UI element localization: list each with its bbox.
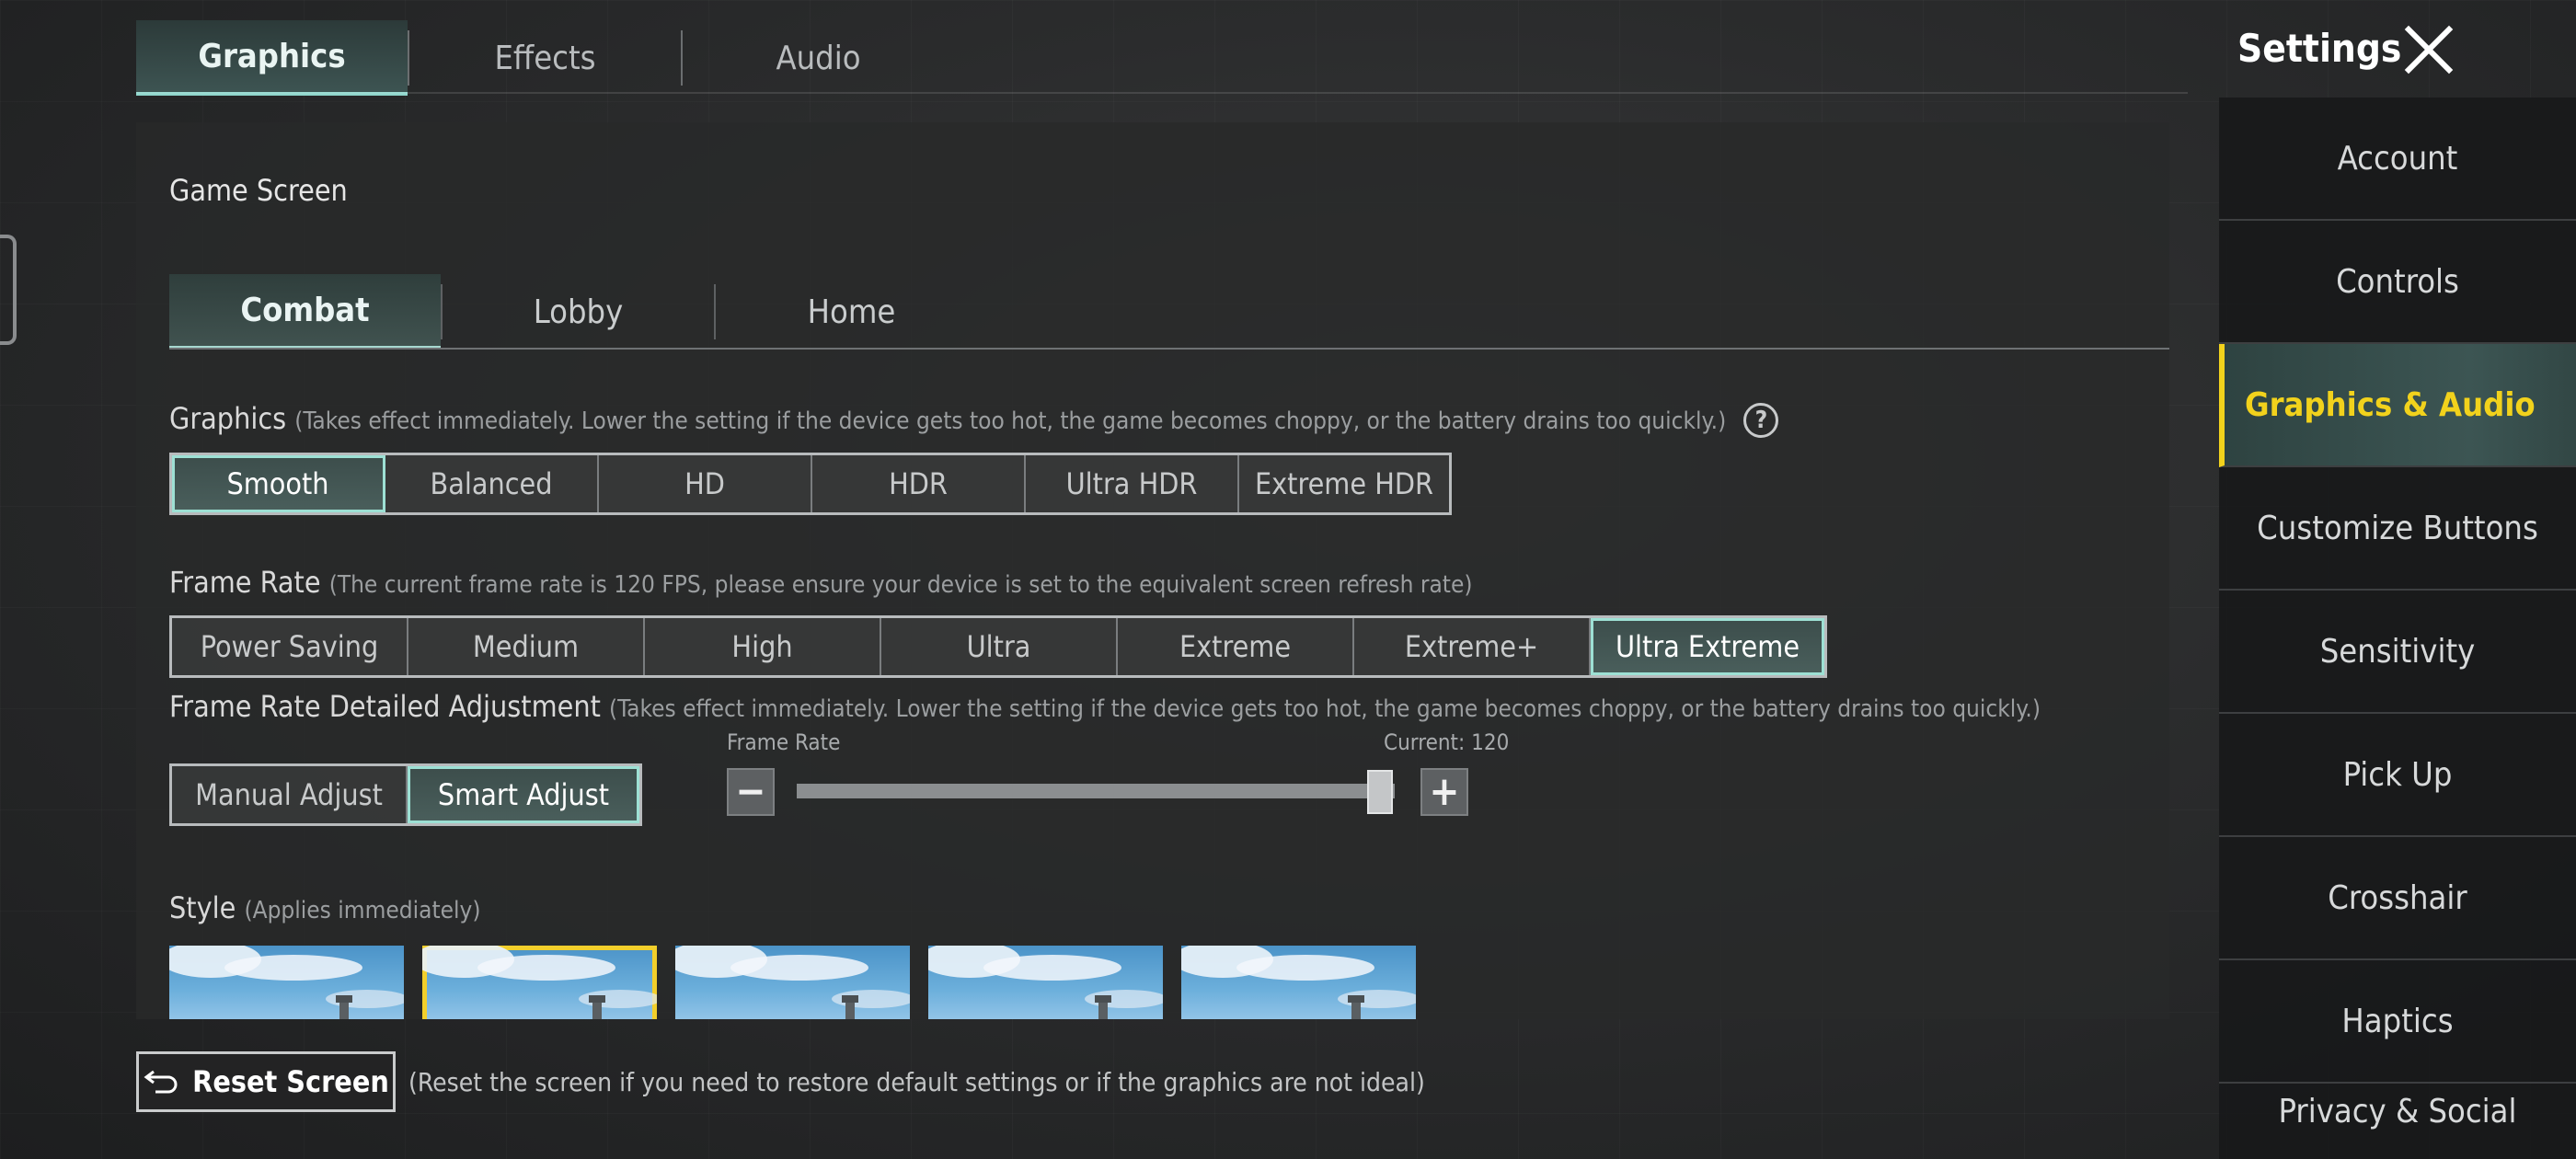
graphics-label: Graphics (169, 401, 287, 436)
tab-effects[interactable]: Effects (409, 20, 681, 96)
tab-lobby[interactable]: Lobby (443, 274, 714, 350)
graphics-option-extreme-hdr[interactable]: Extreme HDR (1239, 455, 1449, 512)
tab-home[interactable]: Home (716, 274, 987, 350)
cloud (983, 955, 1121, 981)
cloud (224, 955, 362, 981)
style-thumbnail[interactable] (169, 946, 404, 1019)
sidebar-item-graphics-audio[interactable]: Graphics & Audio (2219, 344, 2576, 467)
sidebar-item-account[interactable]: Account (2219, 98, 2576, 221)
sidebar-item-sensitivity[interactable]: Sensitivity (2219, 591, 2576, 714)
sidebar-item-controls[interactable]: Controls (2219, 221, 2576, 344)
tab-audio[interactable]: Audio (683, 20, 954, 96)
help-icon[interactable]: ? (1743, 403, 1779, 438)
tab-effects-label: Effects (494, 39, 596, 77)
sidebar-item-privacy-social[interactable]: Privacy & Social (2219, 1084, 2576, 1159)
tower (1095, 995, 1111, 1019)
top-divider (136, 92, 2188, 94)
cloud (1236, 955, 1374, 981)
style-thumbnail[interactable] (422, 946, 657, 1019)
tab-home-label: Home (807, 293, 896, 331)
graphics-option-smooth[interactable]: Smooth (172, 455, 385, 512)
reset-hint: (Reset the screen if you need to restore… (408, 1067, 1425, 1097)
frame-rate-option-extreme-plus[interactable]: Extreme+ (1354, 618, 1591, 675)
tab-combat-label: Combat (240, 291, 370, 329)
edge-bracket (0, 235, 17, 345)
decrease-button[interactable]: − (727, 768, 775, 816)
tab-graphics-label: Graphics (198, 37, 346, 75)
frame-rate-slider[interactable] (797, 784, 1395, 798)
smart-adjust-button[interactable]: Smart Adjust (408, 766, 639, 823)
tab-lobby-label: Lobby (533, 293, 624, 331)
graphics-label-row: Graphics (Takes effect immediately. Lowe… (169, 401, 1779, 438)
frame-rate-option-medium[interactable]: Medium (408, 618, 645, 675)
graphics-option-hd[interactable]: HD (599, 455, 812, 512)
graphics-hint: (Takes effect immediately. Lower the set… (294, 407, 1727, 435)
frame-rate-adjust-label: Frame Rate Detailed Adjustment (169, 689, 601, 724)
cloud (730, 955, 868, 981)
graphics-option-balanced[interactable]: Balanced (385, 455, 599, 512)
page-title: Settings (2237, 26, 2402, 71)
frame-rate-option-extreme[interactable]: Extreme (1118, 618, 1354, 675)
manual-adjust-button[interactable]: Manual Adjust (172, 766, 408, 823)
increase-button[interactable]: + (1420, 768, 1468, 816)
graphics-option-ultra-hdr[interactable]: Ultra HDR (1026, 455, 1239, 512)
adjust-mode-selector: Manual Adjust Smart Adjust (169, 763, 642, 826)
slider-current-value: Current: 120 (1384, 729, 1510, 755)
reset-screen-button[interactable]: Reset Screen (136, 1051, 396, 1112)
style-thumbnail[interactable] (675, 946, 910, 1019)
frame-rate-adjust-label-row: Frame Rate Detailed Adjustment (Takes ef… (169, 689, 2041, 724)
tower (1348, 995, 1364, 1019)
settings-panel: Game Screen Combat Lobby Home Graphics (… (136, 122, 2169, 1019)
sidebar-item-pick-up[interactable]: Pick Up (2219, 714, 2576, 837)
frame-rate-selector: Power Saving Medium High Ultra Extreme E… (169, 615, 1827, 678)
close-icon[interactable] (2403, 24, 2455, 75)
tab-graphics[interactable]: Graphics (136, 20, 408, 96)
section-title: Game Screen (169, 173, 348, 208)
undo-icon (144, 1070, 178, 1094)
screen-tabs: Combat Lobby Home (169, 274, 987, 350)
tab-audio-label: Audio (776, 39, 861, 77)
sidebar-item-crosshair[interactable]: Crosshair (2219, 837, 2576, 960)
frame-rate-option-power-saving[interactable]: Power Saving (172, 618, 408, 675)
graphics-quality-selector: Smooth Balanced HD HDR Ultra HDR Extreme… (169, 453, 1452, 515)
slider-handle[interactable] (1367, 770, 1393, 814)
tower (589, 995, 605, 1019)
style-thumbnail[interactable] (1181, 946, 1416, 1019)
graphics-option-hdr[interactable]: HDR (812, 455, 1026, 512)
frame-rate-option-ultra-extreme[interactable]: Ultra Extreme (1591, 618, 1824, 675)
frame-rate-hint: (The current frame rate is 120 FPS, plea… (328, 571, 1473, 599)
reset-screen-label: Reset Screen (192, 1064, 389, 1099)
tower (842, 995, 858, 1019)
sub-tabs-divider (169, 348, 2169, 350)
cloud (477, 955, 615, 981)
tab-combat[interactable]: Combat (169, 274, 441, 350)
frame-rate-label-row: Frame Rate (The current frame rate is 12… (169, 565, 1472, 600)
style-label: Style (169, 890, 236, 925)
sidebar-item-customize-buttons[interactable]: Customize Buttons (2219, 467, 2576, 591)
frame-rate-option-ultra[interactable]: Ultra (881, 618, 1118, 675)
top-tabs: Graphics Effects Audio (136, 20, 954, 96)
tower (336, 995, 352, 1019)
sidebar-item-haptics[interactable]: Haptics (2219, 960, 2576, 1084)
frame-rate-option-high[interactable]: High (645, 618, 881, 675)
style-hint: (Applies immediately) (244, 897, 481, 924)
frame-rate-label: Frame Rate (169, 565, 321, 600)
style-label-row: Style (Applies immediately) (169, 890, 480, 925)
style-thumbnail[interactable] (928, 946, 1163, 1019)
frame-rate-adjust-hint: (Takes effect immediately. Lower the set… (609, 695, 2041, 723)
settings-sidebar: Account Controls Graphics & Audio Custom… (2219, 98, 2576, 1159)
style-thumbnails (169, 946, 1416, 1019)
slider-label: Frame Rate (727, 729, 841, 755)
